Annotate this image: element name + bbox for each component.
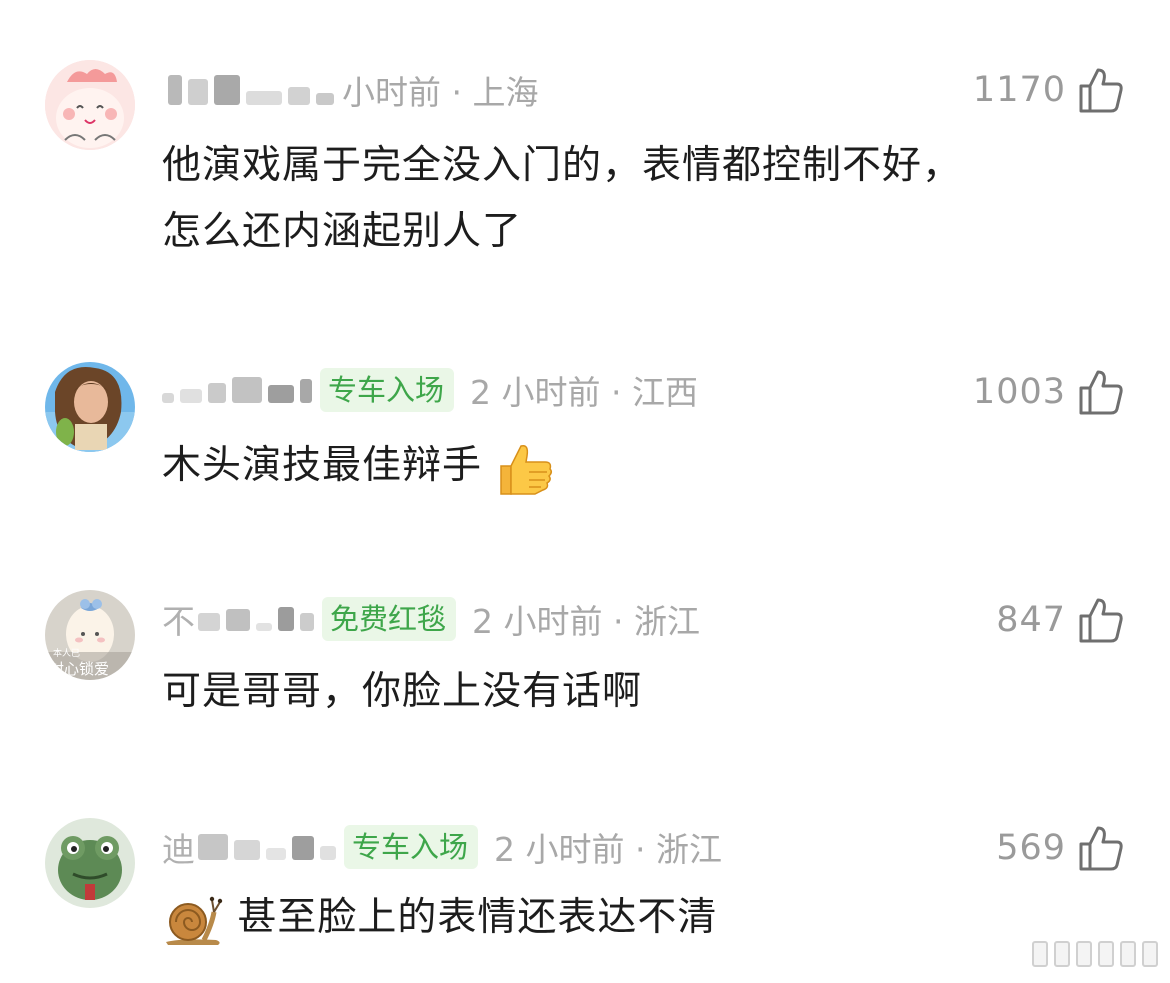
masked-username[interactable] [168, 75, 334, 105]
time-location: 2 小时前 · 浙江 [472, 602, 700, 641]
time-location: 2 小时前 · 江西 [470, 373, 698, 412]
comment-meta: 小时前 · 上海 [162, 68, 538, 112]
avatar[interactable] [45, 362, 135, 452]
comment-meta: 迪 专车入场 2 小时前 · 浙江 [162, 825, 722, 869]
like-button[interactable]: 1003 [973, 366, 1124, 418]
comment-text-line: 怎么还内涵起别人了 [162, 209, 523, 254]
status-badge: 免费红毯 [322, 597, 457, 641]
avatar-caption-top: 本人已 [53, 647, 80, 659]
status-badge: 专车入场 [320, 368, 455, 412]
avatar[interactable] [45, 818, 135, 908]
like-button[interactable]: 1170 [973, 64, 1124, 116]
comment-text: 甚至脸上的表情还表达不清 [162, 885, 1122, 951]
avatar-caption: 封心锁爱 [49, 660, 109, 678]
comment-meta: 专车入场 2 小时前 · 江西 [162, 368, 698, 412]
comment-text-line: 他演戏属于完全没入门的，表情都控制不好， [162, 143, 963, 188]
time-location: 小时前 · 上海 [342, 73, 539, 112]
avatar[interactable] [45, 60, 135, 150]
avatar[interactable]: 本人已 封心锁爱 [45, 590, 135, 680]
username[interactable]: 迪 [162, 823, 196, 871]
username[interactable]: 不 [162, 595, 196, 643]
comment-meta: 不 免费红毯 2 小时前 · 浙江 [162, 597, 700, 641]
like-button[interactable]: 847 [996, 594, 1124, 646]
thumbs-up-emoji [495, 438, 555, 498]
comment-text: 他演戏属于完全没入门的，表情都控制不好， 怎么还内涵起别人了 [162, 133, 1122, 265]
scrollbar-indicator[interactable] [1032, 941, 1158, 967]
like-button[interactable]: 569 [996, 822, 1124, 874]
like-count: 1003 [972, 372, 1066, 412]
comment-text-line: 可是哥哥，你脸上没有话啊 [162, 669, 643, 714]
masked-username[interactable] [198, 607, 314, 631]
snail-emoji [162, 892, 224, 948]
like-count: 569 [996, 828, 1066, 868]
thumbs-up-icon[interactable] [1078, 368, 1124, 416]
thumbs-up-icon[interactable] [1078, 824, 1124, 872]
comment-text: 可是哥哥，你脸上没有话啊 [162, 659, 1122, 725]
masked-username[interactable] [162, 377, 312, 403]
masked-username[interactable] [198, 834, 336, 860]
status-badge: 专车入场 [344, 825, 479, 869]
time-location: 2 小时前 · 浙江 [494, 830, 722, 869]
comment-text: 木头演技最佳辩手 [162, 433, 1122, 499]
comment-text-line: 甚至脸上的表情还表达不清 [237, 895, 718, 940]
thumbs-up-icon[interactable] [1078, 596, 1124, 644]
thumbs-up-icon[interactable] [1078, 66, 1124, 114]
like-count: 1170 [972, 70, 1066, 110]
like-count: 847 [996, 600, 1066, 640]
comment-text-line: 木头演技最佳辩手 [162, 443, 483, 488]
